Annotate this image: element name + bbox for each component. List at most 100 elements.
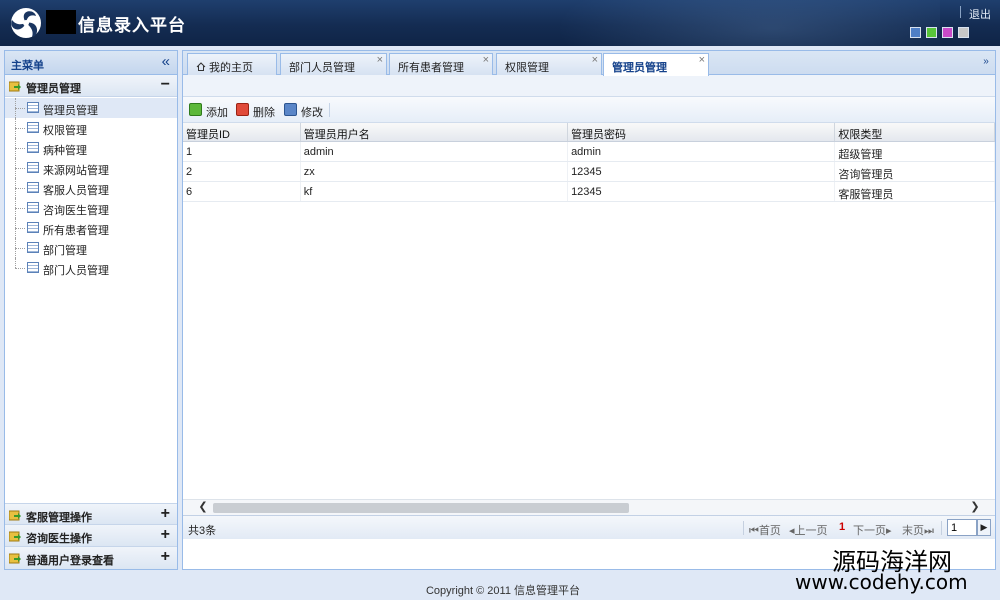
cell-permission-type: 咨询管理员	[835, 162, 995, 181]
close-tab-icon[interactable]: ×	[699, 54, 705, 66]
grid-toolbar: 添加 删除 修改	[183, 97, 995, 123]
pager-divider	[941, 521, 942, 535]
theme-green-swatch[interactable]	[926, 27, 937, 38]
cell-admin-id: 1	[183, 142, 301, 161]
sidebar-item-doctor-management[interactable]: 咨询医生管理	[5, 198, 177, 218]
cell-permission-type: 客服管理员	[835, 182, 995, 201]
cell-username: zx	[301, 162, 569, 181]
sidebar-item-department-staff-management[interactable]: 部门人员管理	[5, 258, 177, 278]
last-page-button[interactable]: 末页⏭	[902, 522, 934, 538]
admin-tree: 管理员管理 权限管理 病种管理 来源网站管理 客服人员管理 咨询医生管理 所有患…	[5, 97, 177, 278]
table-row[interactable]: 1 admin admin 超级管理	[183, 142, 995, 162]
cell-admin-id: 2	[183, 162, 301, 181]
tab-all-patients[interactable]: 所有患者管理 ×	[389, 53, 493, 75]
table-row[interactable]: 2 zx 12345 咨询管理员	[183, 162, 995, 182]
table-row[interactable]: 6 kf 12345 客服管理员	[183, 182, 995, 202]
cell-password: 12345	[568, 162, 836, 181]
current-page: 1	[839, 521, 846, 533]
horizontal-scrollbar[interactable]: ❮ ❯	[183, 499, 995, 515]
sidebar: 主菜单 « 管理员管理 − 管理员管理 权限管理 病种管理 来源网站管理 客服人…	[4, 50, 178, 570]
next-page-label: 下一页	[853, 525, 886, 537]
sidebar-item-label: 权限管理	[43, 125, 87, 137]
prev-page-label: 上一页	[794, 525, 828, 537]
first-page-label: 首页	[758, 525, 781, 537]
logo-icon	[11, 8, 41, 38]
home-icon	[196, 62, 206, 71]
folder-arrow-icon	[9, 553, 21, 564]
tab-label: 权限管理	[505, 62, 549, 74]
accordion-admin-management[interactable]: 管理员管理 −	[5, 75, 177, 97]
table-icon	[27, 262, 39, 273]
accordion-label: 客服管理操作	[26, 512, 92, 524]
column-header-permission-type[interactable]: 权限类型	[835, 123, 995, 141]
grid-header-row: 管理员ID 管理员用户名 管理员密码 权限类型	[183, 123, 995, 142]
theme-gray-swatch[interactable]	[958, 27, 969, 38]
sidebar-item-department-management[interactable]: 部门管理	[5, 238, 177, 258]
collapse-sidebar-icon[interactable]: «	[162, 53, 170, 71]
tab-admin-management[interactable]: 管理员管理 ×	[603, 53, 709, 76]
first-page-button[interactable]: ⏮首页	[749, 522, 781, 538]
sidebar-item-patient-management[interactable]: 所有患者管理	[5, 218, 177, 238]
sidebar-item-label: 来源网站管理	[43, 165, 109, 177]
expand-section-icon[interactable]: +	[161, 526, 170, 544]
table-icon	[27, 182, 39, 193]
accordion-user-view[interactable]: 普通用户登录查看 +	[5, 547, 177, 569]
delete-button-label: 删除	[253, 107, 275, 119]
table-icon	[27, 122, 39, 133]
total-count: 共3条	[188, 525, 217, 537]
cell-admin-id: 6	[183, 182, 301, 201]
cell-username: kf	[301, 182, 569, 201]
logo-mask	[46, 10, 76, 34]
table-icon	[27, 242, 39, 253]
admin-grid: 管理员ID 管理员用户名 管理员密码 权限类型 1 admin admin 超级…	[183, 123, 995, 499]
column-header-username[interactable]: 管理员用户名	[301, 123, 569, 141]
next-page-button[interactable]: 下一页▸	[853, 522, 892, 538]
sidebar-item-label: 部门人员管理	[43, 265, 109, 277]
sidebar-item-support-staff-management[interactable]: 客服人员管理	[5, 178, 177, 198]
close-tab-icon[interactable]: ×	[592, 54, 598, 66]
collapse-section-icon[interactable]: −	[161, 76, 170, 94]
prev-page-button[interactable]: ◂上一页	[789, 522, 828, 538]
cell-password: 12345	[568, 182, 836, 201]
theme-switcher	[910, 27, 969, 38]
logout-link[interactable]: 退出	[969, 6, 991, 22]
column-header-password[interactable]: 管理员密码	[568, 123, 836, 141]
tab-permission-management[interactable]: 权限管理 ×	[496, 53, 602, 75]
column-header-admin-id[interactable]: 管理员ID	[183, 123, 301, 141]
tab-label: 所有患者管理	[398, 62, 464, 74]
delete-icon	[236, 103, 249, 116]
theme-blue-swatch[interactable]	[910, 27, 921, 38]
tab-my-home[interactable]: 我的主页	[187, 53, 277, 75]
expand-section-icon[interactable]: +	[161, 548, 170, 566]
go-page-icon[interactable]: ▶	[977, 519, 991, 536]
table-icon	[27, 222, 39, 233]
scroll-left-icon[interactable]: ❮	[195, 500, 211, 516]
tab-list-chevron-icon[interactable]: »	[980, 55, 992, 69]
add-icon	[189, 103, 202, 116]
expand-section-icon[interactable]: +	[161, 505, 170, 523]
accordion-doctor-operations[interactable]: 咨询医生操作 +	[5, 525, 177, 547]
accordion-support-operations[interactable]: 客服管理操作 +	[5, 503, 177, 525]
theme-purple-swatch[interactable]	[942, 27, 953, 38]
close-tab-icon[interactable]: ×	[483, 54, 489, 66]
sidebar-item-permission-management[interactable]: 权限管理	[5, 118, 177, 138]
tab-department-staff[interactable]: 部门人员管理 ×	[280, 53, 387, 75]
page-number-input[interactable]	[947, 519, 977, 536]
header-decoration	[520, 0, 940, 46]
sidebar-item-admin-management[interactable]: 管理员管理	[5, 98, 177, 118]
accordion-label: 咨询医生操作	[26, 533, 92, 545]
tab-bar: 我的主页 部门人员管理 × 所有患者管理 × 权限管理 × 管理员管理 × »	[183, 51, 995, 76]
edit-icon	[284, 103, 297, 116]
cell-password: admin	[568, 142, 836, 161]
sidebar-item-source-site-management[interactable]: 来源网站管理	[5, 158, 177, 178]
main-panel: 我的主页 部门人员管理 × 所有患者管理 × 权限管理 × 管理员管理 × » …	[182, 50, 996, 570]
accordion-label: 管理员管理	[26, 83, 81, 95]
table-icon	[27, 102, 39, 113]
table-icon	[27, 162, 39, 173]
last-page-label: 末页	[902, 525, 924, 537]
scroll-right-icon[interactable]: ❯	[967, 500, 983, 516]
sidebar-item-disease-management[interactable]: 病种管理	[5, 138, 177, 158]
scrollbar-thumb[interactable]	[213, 503, 629, 513]
close-tab-icon[interactable]: ×	[377, 54, 383, 66]
pager-divider	[743, 521, 744, 535]
